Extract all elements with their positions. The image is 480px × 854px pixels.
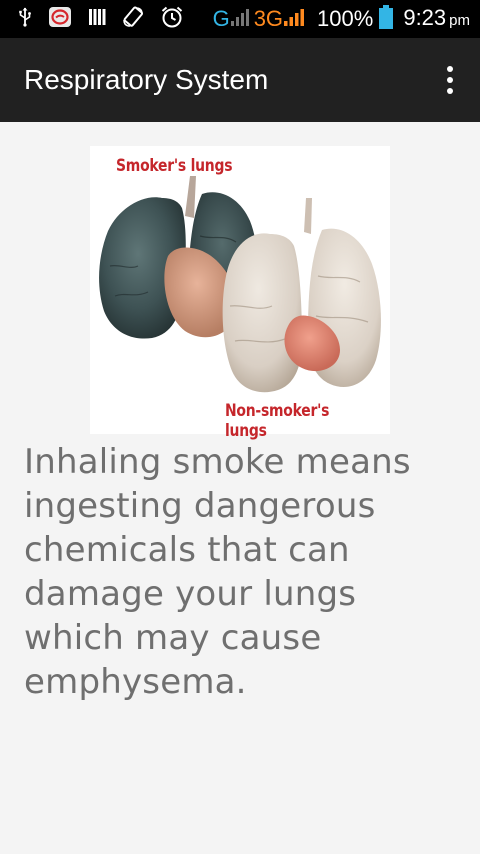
lungs-illustration xyxy=(99,176,381,393)
battery-percent: 100% xyxy=(317,6,374,31)
clock: 9:23 pm xyxy=(403,5,470,34)
smokers-lungs-label: Smoker's lungs xyxy=(116,156,233,176)
app-bar: Respiratory System xyxy=(0,38,480,122)
content-area: Smoker's lungs Non-smoker's lungs Inhali… xyxy=(0,122,480,854)
page-title: Respiratory System xyxy=(24,64,269,95)
alarm-icon xyxy=(160,5,184,33)
network-g-label: G xyxy=(212,6,230,31)
overflow-dot xyxy=(447,88,453,94)
signal-strength-icon-2 xyxy=(283,6,307,32)
body-text: Inhaling smoke means ingesting dangerous… xyxy=(24,442,411,702)
overflow-dot xyxy=(447,66,453,72)
system-indicators: G 3G 100% 9:23 pm xyxy=(212,5,470,34)
messaging-icon xyxy=(48,6,72,32)
clock-ampm: pm xyxy=(449,11,470,29)
sim-icon xyxy=(88,7,106,31)
usb-icon xyxy=(18,7,32,31)
signal-strength-icon-1 xyxy=(230,6,252,32)
non-smokers-lungs-label: Non-smoker's lungs xyxy=(225,401,330,441)
status-bar: G 3G 100% 9:23 pm xyxy=(0,0,480,38)
network-3g-label: 3G xyxy=(253,6,284,31)
overflow-dot xyxy=(447,77,453,83)
overflow-menu-icon[interactable] xyxy=(440,64,460,96)
battery-icon xyxy=(379,5,394,33)
lungs-comparison-image: Smoker's lungs Non-smoker's lungs xyxy=(90,146,390,441)
notification-icons xyxy=(18,6,184,32)
clock-time: 9:23 xyxy=(403,4,447,30)
screen-rotate-icon xyxy=(122,6,144,32)
